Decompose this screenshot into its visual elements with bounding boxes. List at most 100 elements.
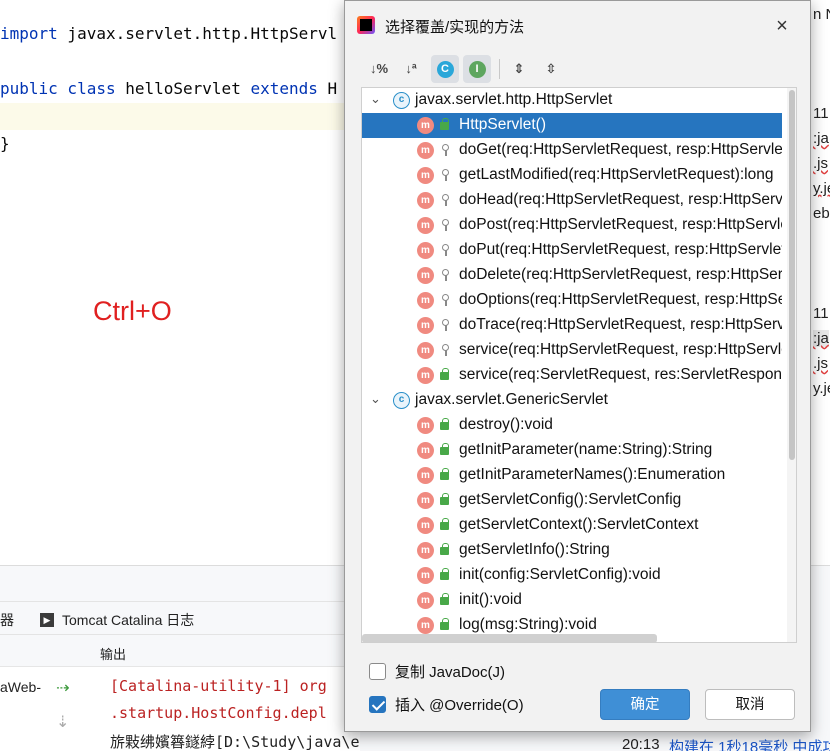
dialog-toolbar: ↓% ↓ª C I ⇕ ⇳ xyxy=(365,55,795,85)
strip-text: 11 xyxy=(813,305,829,322)
show-interfaces-button[interactable]: I xyxy=(463,55,491,83)
override-methods-dialog: 选择覆盖/实现的方法 × ↓% ↓ª C I ⇕ ⇳ ⌄ c javax.servl… xyxy=(344,0,811,732)
close-icon[interactable]: × xyxy=(769,13,795,39)
code-line-import[interactable]: import javax.servlet.http.HttpServl xyxy=(0,20,337,48)
method-signature: doOptions(req:HttpServletRequest, resp:H… xyxy=(459,291,782,308)
shortcut-annotation: Ctrl+O xyxy=(93,296,172,326)
method-signature: destroy():void xyxy=(459,416,553,433)
method-icon: m xyxy=(417,192,434,209)
tree-method-node[interactable]: m doOptions(req:HttpServletRequest, resp:… xyxy=(362,288,782,313)
chevron-down-icon[interactable]: ⌄ xyxy=(370,391,381,407)
copy-javadoc-label: 复制 JavaDoc(J) xyxy=(395,663,506,681)
tree-method-node[interactable]: m getServletConfig():ServletConfig xyxy=(362,488,782,513)
strip-text: eb xyxy=(813,205,830,222)
keyword: import xyxy=(0,24,58,43)
vertical-scrollbar[interactable] xyxy=(787,88,796,642)
copy-javadoc-option[interactable]: 复制 JavaDoc(J) xyxy=(369,661,505,681)
soft-wrap-icon[interactable]: ⇢ xyxy=(56,681,74,697)
public-lock-icon xyxy=(440,493,449,505)
tree-method-node[interactable]: m doGet(req:HttpServletRequest, resp:Http… xyxy=(362,138,782,163)
tree-method-node[interactable]: m getLastModified(req:HttpServletRequest)… xyxy=(362,163,782,188)
log-gutter: ⇢ ⇣ xyxy=(50,667,82,751)
method-signature: init(config:ServletConfig):void xyxy=(459,566,661,583)
method-signature: doPut(req:HttpServletRequest, resp:HttpS… xyxy=(459,241,782,258)
class-icon: c xyxy=(393,392,410,409)
tree-method-node[interactable]: m init():void xyxy=(362,588,782,613)
tree-class-node[interactable]: ⌄ c javax.servlet.http.HttpServlet xyxy=(362,88,782,113)
strip-text: :ja xyxy=(813,330,829,347)
tree-method-node[interactable]: m getServletContext():ServletContext xyxy=(362,513,782,538)
method-tree[interactable]: ⌄ c javax.servlet.http.HttpServlet m HttpSer… xyxy=(361,87,797,643)
chevron-down-icon[interactable]: ⌄ xyxy=(370,91,381,107)
protected-key-icon xyxy=(442,319,449,331)
method-icon: m xyxy=(417,542,434,559)
show-classes-button[interactable]: C xyxy=(431,55,459,83)
dialog-title: 选择覆盖/实现的方法 xyxy=(385,19,525,36)
method-icon: m xyxy=(417,317,434,334)
public-lock-icon xyxy=(440,368,449,380)
ok-button[interactable]: 确定 xyxy=(600,689,690,720)
cancel-button[interactable]: 取消 xyxy=(705,689,795,720)
output-header: 输出 xyxy=(0,635,360,667)
method-signature: doPost(req:HttpServletRequest, resp:Http… xyxy=(459,216,782,233)
code-line-brace[interactable]: } xyxy=(0,130,10,158)
sort-by-visibility-icon[interactable]: ↓% xyxy=(365,55,393,83)
strip-text: y.je xyxy=(813,180,830,197)
sort-alphabetically-icon[interactable]: ↓ª xyxy=(397,55,425,83)
copy-javadoc-checkbox[interactable] xyxy=(369,662,386,680)
public-lock-icon xyxy=(440,118,449,130)
tree-method-node[interactable]: m HttpServlet() xyxy=(362,113,782,138)
method-signature: getLastModified(req:HttpServletRequest):… xyxy=(459,166,774,183)
method-icon: m xyxy=(417,492,434,509)
tree-method-node[interactable]: m getInitParameter(name:String):String xyxy=(362,438,782,463)
code-line-class[interactable]: public class helloServlet extends H xyxy=(0,75,337,103)
tree-method-node[interactable]: m getInitParameterNames():Enumeration xyxy=(362,463,782,488)
code-text: H xyxy=(317,79,338,98)
tree-method-node[interactable]: m doTrace(req:HttpServletRequest, resp:Ht… xyxy=(362,313,782,338)
method-icon: m xyxy=(417,292,434,309)
method-icon: m xyxy=(417,242,434,259)
tree-method-node[interactable]: m doHead(req:HttpServletRequest, resp:Htt… xyxy=(362,188,782,213)
console-icon: ▶ xyxy=(40,613,54,627)
strip-text: n N xyxy=(813,6,830,23)
expand-all-icon[interactable]: ⇕ xyxy=(505,55,533,83)
tree-method-node[interactable]: m getServletInfo():String xyxy=(362,538,782,563)
code-text: } xyxy=(0,134,10,153)
method-icon: m xyxy=(417,467,434,484)
tab-tomcat-log[interactable]: ▶ Tomcat Catalina 日志 xyxy=(40,610,194,630)
method-icon: m xyxy=(417,567,434,584)
method-signature: init():void xyxy=(459,591,522,608)
protected-key-icon xyxy=(442,269,449,281)
tab-services[interactable]: 器 xyxy=(0,610,14,630)
dialog-title-bar[interactable]: 选择覆盖/实现的方法 × xyxy=(345,1,810,49)
tree-method-node[interactable]: m init(config:ServletConfig):void xyxy=(362,563,782,588)
public-lock-icon xyxy=(440,518,449,530)
collapse-all-icon[interactable]: ⇳ xyxy=(537,55,565,83)
class-name: javax.servlet.GenericServlet xyxy=(415,391,608,408)
protected-key-icon xyxy=(442,219,449,231)
tree-method-node[interactable]: m doPut(req:HttpServletRequest, resp:Http… xyxy=(362,238,782,263)
method-signature: service(req:ServletRequest, res:ServletR… xyxy=(459,366,782,383)
insert-override-option[interactable]: 插入 @Override(O) xyxy=(369,694,524,714)
tree-class-node[interactable]: ⌄ c javax.servlet.GenericServlet xyxy=(362,388,782,413)
deployment-label[interactable]: aWeb- xyxy=(0,679,41,695)
tree-method-node[interactable]: m service(req:ServletRequest, res:Servlet… xyxy=(362,363,782,388)
tree-method-node[interactable]: m doDelete(req:HttpServletRequest, resp:H… xyxy=(362,263,782,288)
tree-method-node[interactable]: m service(req:HttpServletRequest, resp:Ht… xyxy=(362,338,782,363)
intellij-logo-icon xyxy=(357,16,375,34)
status-build-link[interactable]: 构建在 1秒18毫秒 中成功 xyxy=(669,736,830,751)
tree-method-node[interactable]: m destroy():void xyxy=(362,413,782,438)
method-signature: getInitParameter(name:String):String xyxy=(459,441,713,458)
strip-text: :ja xyxy=(813,130,829,147)
tree-method-node[interactable]: m doPost(req:HttpServletRequest, resp:Htt… xyxy=(362,213,782,238)
output-label: 输出 xyxy=(100,647,127,662)
insert-override-label: 插入 @Override(O) xyxy=(395,696,524,714)
horizontal-scrollbar[interactable] xyxy=(362,634,657,642)
scroll-end-icon[interactable]: ⇣ xyxy=(56,715,74,731)
method-signature: log(msg:String):void xyxy=(459,616,597,633)
caret-line-highlight xyxy=(0,103,360,130)
method-icon: m xyxy=(417,267,434,284)
method-icon: m xyxy=(417,442,434,459)
insert-override-checkbox[interactable] xyxy=(369,695,386,713)
scrollbar-thumb[interactable] xyxy=(789,90,795,460)
